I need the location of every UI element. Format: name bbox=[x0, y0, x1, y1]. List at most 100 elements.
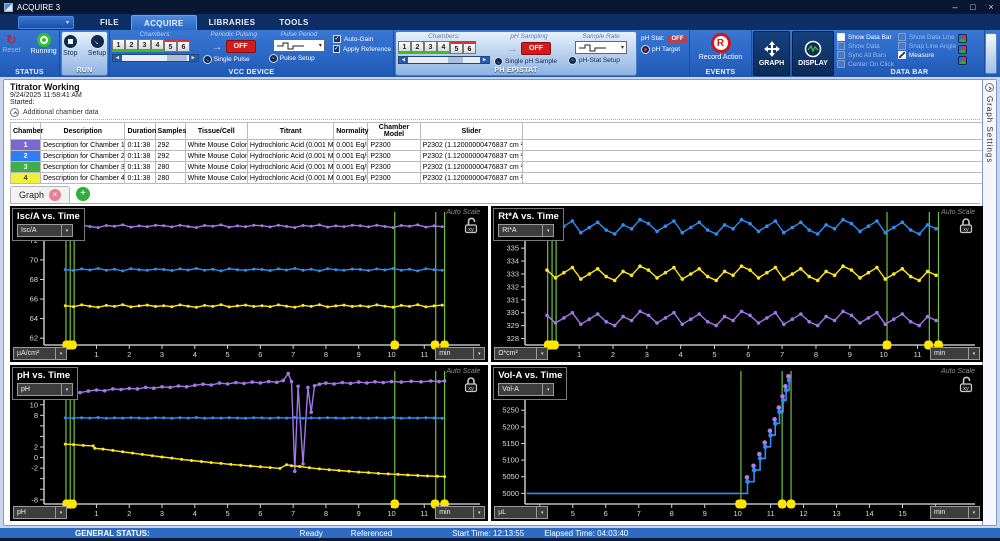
table-row[interactable]: 4Description for Chamber 40:11:38280Whit… bbox=[11, 173, 995, 184]
svg-text:9: 9 bbox=[848, 350, 852, 359]
add-graph-button[interactable]: + bbox=[76, 187, 90, 201]
table-row[interactable]: 2Description for Chamber 20:11:38292Whit… bbox=[11, 151, 995, 162]
chamber-button-2[interactable]: 2 bbox=[411, 41, 424, 54]
chamber-button-3[interactable]: 3 bbox=[424, 41, 437, 54]
minimize-button[interactable]: – bbox=[946, 0, 964, 14]
chart-vola[interactable]: Vol-A vs. TimeVol-A▾Auto ScalexyµL▾min▾5… bbox=[491, 365, 983, 521]
running-button[interactable]: Running bbox=[28, 31, 60, 69]
sample-rate-select[interactable]: ▾ bbox=[575, 41, 627, 54]
table-row[interactable]: 3Description for Chamber 30:11:38280Whit… bbox=[11, 162, 995, 173]
svg-text:11: 11 bbox=[420, 509, 428, 518]
svg-text:5250: 5250 bbox=[503, 406, 520, 415]
periodic-pulsing-off-button[interactable]: OFF bbox=[226, 40, 256, 53]
pulse-period-select[interactable]: ▾ bbox=[273, 39, 325, 52]
lock-open-icon[interactable]: xy bbox=[462, 216, 480, 234]
menu-tab-file[interactable]: FILE bbox=[88, 15, 131, 30]
scroll-left-icon[interactable]: ◄ bbox=[399, 57, 408, 63]
vcc-chambers-scrollbar[interactable]: ◄ ► bbox=[112, 54, 199, 62]
chamber-button-1[interactable]: 1 bbox=[398, 41, 411, 54]
menu-tab-libraries[interactable]: LIBRARIES bbox=[197, 15, 268, 30]
lock-closed-icon[interactable]: xy bbox=[462, 375, 480, 393]
svg-text:7: 7 bbox=[291, 509, 295, 518]
single-ph-sample-button[interactable]: → Single pH Sample bbox=[494, 57, 564, 66]
chevron-down-icon: ▾ bbox=[473, 348, 484, 359]
chart-time-unit-select[interactable]: min▾ bbox=[930, 347, 980, 360]
stop-button[interactable]: Stop bbox=[60, 32, 81, 67]
chamber-button-5[interactable]: 5 bbox=[450, 41, 463, 54]
chart-value-select[interactable]: Isc/A▾ bbox=[17, 224, 73, 237]
tab-graph[interactable]: Graph × bbox=[10, 186, 70, 203]
chart-unit-select[interactable]: Ω*cm²▾ bbox=[494, 347, 548, 360]
chart-value-select[interactable]: pH▾ bbox=[17, 383, 73, 396]
display-tile-button[interactable]: DISPLAY bbox=[792, 31, 834, 76]
ph-chambers-scrollbar[interactable]: ◄ ► bbox=[398, 56, 490, 64]
ribbon-group-vcc-device: Chambers: 123456 ◄ ► Periodic Pulsing → … bbox=[110, 30, 394, 77]
menu-tab-tools[interactable]: TOOLS bbox=[267, 15, 320, 30]
apply-reference-checkbox[interactable]: ✓ Apply Reference bbox=[333, 45, 391, 53]
svg-text:3: 3 bbox=[645, 350, 649, 359]
status-referenced: Referenced bbox=[351, 529, 392, 538]
databar-tool-icon[interactable] bbox=[958, 34, 967, 43]
svg-text:14: 14 bbox=[866, 509, 874, 518]
svg-text:11: 11 bbox=[914, 350, 922, 359]
chart-value-select[interactable]: Vol-A▾ bbox=[498, 383, 554, 396]
chamber-button-6[interactable]: 6 bbox=[463, 41, 476, 54]
chart-unit-select[interactable]: µL▾ bbox=[494, 506, 548, 519]
window-title: ACQUIRE 3 bbox=[17, 3, 60, 12]
databar-checkbox-measure[interactable]: Measure bbox=[898, 51, 956, 59]
graph-tile-button[interactable]: GRAPH bbox=[753, 31, 790, 76]
ph-stat-status-badge: OFF bbox=[667, 35, 687, 43]
svg-text:4: 4 bbox=[193, 350, 197, 359]
chart-ph[interactable]: pH vs. TimepH▾Auto ScalexypH▾min▾-8-2028… bbox=[10, 365, 488, 521]
setup-button[interactable]: → Setup bbox=[85, 32, 109, 67]
close-tab-icon[interactable]: × bbox=[49, 189, 61, 201]
app-menu-button[interactable]: ▾ bbox=[18, 16, 74, 29]
chamber-button-2[interactable]: 2 bbox=[125, 39, 138, 52]
status-elapsed-time: Elapsed Time: 04:03:40 bbox=[544, 529, 628, 538]
chart-rta[interactable]: Rt*A vs. TimeRt*A▾Auto ScalexyΩ*cm²▾min▾… bbox=[491, 206, 983, 362]
ribbon-group-status: ↻ Reset Running STATUS bbox=[0, 30, 60, 77]
scroll-left-icon[interactable]: ◄ bbox=[113, 55, 122, 61]
databar-tool-icon[interactable] bbox=[958, 45, 967, 54]
chart-unit-select[interactable]: pH▾ bbox=[13, 506, 67, 519]
pulse-setup-button[interactable]: ~ Pulse Setup bbox=[269, 54, 329, 63]
lock-closed-icon[interactable]: xy bbox=[957, 216, 975, 234]
table-row[interactable]: 1Description for Chamber 10:11:38292Whit… bbox=[11, 140, 995, 151]
menu-tab-acquire[interactable]: ACQUIRE bbox=[131, 15, 197, 30]
close-button[interactable]: × bbox=[982, 0, 1000, 14]
chamber-button-5[interactable]: 5 bbox=[164, 39, 177, 52]
session-datetime: 9/24/2025 11:58:41 AM bbox=[10, 92, 980, 99]
databar-tool-icon[interactable] bbox=[958, 56, 967, 65]
scroll-right-icon[interactable]: ► bbox=[480, 57, 489, 63]
record-action-button[interactable]: R Record Action bbox=[696, 31, 746, 69]
maximize-button[interactable]: □ bbox=[964, 0, 982, 14]
chart-time-unit-select[interactable]: min▾ bbox=[930, 506, 980, 519]
lock-open-icon[interactable]: xy bbox=[957, 375, 975, 393]
samples-cell: 292 bbox=[155, 140, 185, 151]
ph-stat-setup-button[interactable]: ~ pH-Stat Setup bbox=[568, 56, 634, 65]
chart-time-unit-select[interactable]: min▾ bbox=[435, 506, 485, 519]
graph-settings-panel[interactable]: Graph Settings bbox=[982, 80, 996, 525]
single-pulse-button[interactable]: → Single Pulse bbox=[203, 55, 265, 64]
chart-time-unit-select[interactable]: min▾ bbox=[435, 347, 485, 360]
chamber-button-4[interactable]: 4 bbox=[437, 41, 450, 54]
svg-text:5100: 5100 bbox=[503, 456, 520, 465]
chamber-button-6[interactable]: 6 bbox=[177, 39, 190, 52]
ph-target-button[interactable]: pH Target bbox=[641, 45, 687, 54]
chamber-button-1[interactable]: 1 bbox=[112, 39, 125, 52]
checkbox-icon bbox=[837, 33, 845, 41]
chamber-button-3[interactable]: 3 bbox=[138, 39, 151, 52]
additional-chamber-data-expander[interactable]: Additional chamber data bbox=[10, 107, 980, 120]
svg-text:2: 2 bbox=[127, 509, 131, 518]
auto-gain-checkbox[interactable]: ✓ Auto-Gain bbox=[333, 35, 391, 43]
chevron-down-icon: ▾ bbox=[542, 384, 553, 395]
chart-value-select[interactable]: Rt*A▾ bbox=[498, 224, 554, 237]
databar-checkbox-show-data-bar[interactable]: Show Data Bar bbox=[837, 33, 894, 41]
chamber-button-4[interactable]: 4 bbox=[151, 39, 164, 52]
scroll-right-icon[interactable]: ► bbox=[189, 55, 198, 61]
ph-sampling-off-button[interactable]: OFF bbox=[521, 42, 551, 55]
reset-button[interactable]: ↻ Reset bbox=[0, 31, 24, 69]
chart-isc[interactable]: Isc/A vs. TimeIsc/A▾Auto ScalexyµA/cm²▾m… bbox=[10, 206, 488, 362]
chart-unit-select[interactable]: µA/cm²▾ bbox=[13, 347, 67, 360]
checkbox-icon bbox=[837, 60, 845, 68]
